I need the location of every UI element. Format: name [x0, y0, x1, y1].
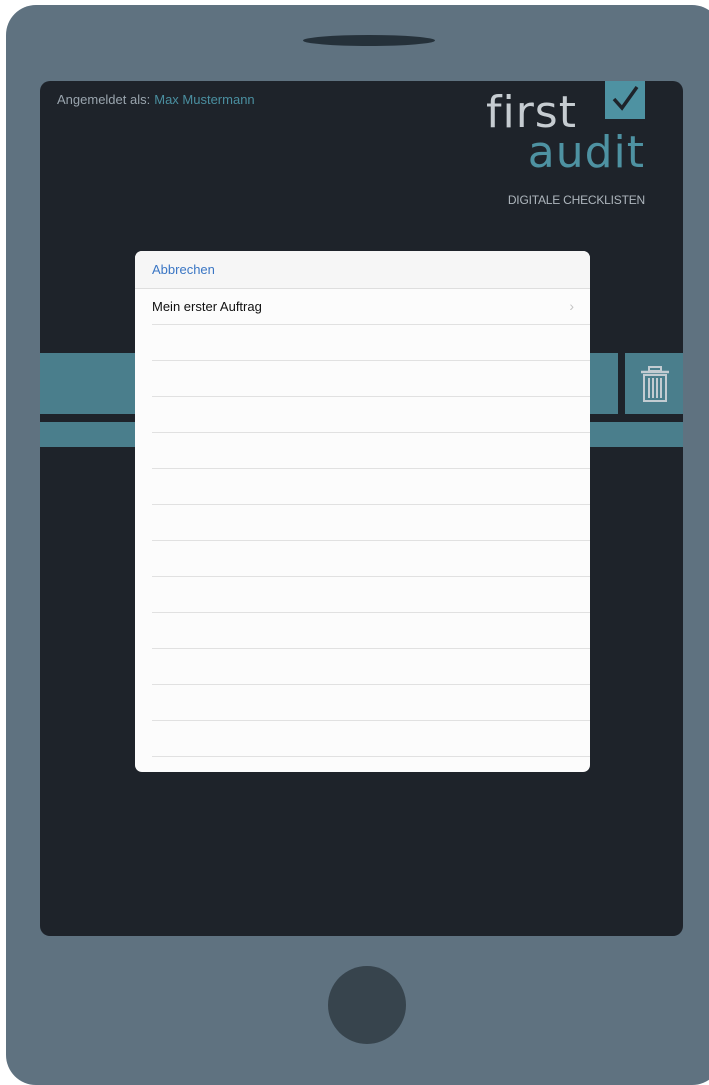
app-screen: Angemeldet als: Max Mustermann first audi… — [40, 81, 683, 936]
login-info: Angemeldet als: Max Mustermann — [57, 92, 255, 107]
chevron-right-icon: › — [569, 298, 574, 314]
home-button[interactable] — [328, 966, 406, 1044]
check-icon — [605, 81, 645, 119]
user-name: Max Mustermann — [154, 92, 255, 107]
empty-row — [152, 397, 590, 433]
empty-row — [152, 613, 590, 649]
modal-header: Abbrechen — [135, 251, 590, 289]
first-audit-logo: first audit DIGITALE CHECKLISTEN — [480, 81, 650, 221]
logo-tagline: DIGITALE CHECKLISTEN — [507, 193, 645, 207]
list-item-label: Mein erster Auftrag — [152, 299, 262, 314]
empty-row — [152, 649, 590, 685]
delete-button[interactable] — [625, 353, 683, 414]
list-item[interactable]: Mein erster Auftrag › — [152, 289, 590, 325]
empty-row — [152, 469, 590, 505]
logo-word-audit: audit — [527, 127, 645, 178]
login-prefix: Angemeldet als: — [57, 92, 151, 107]
empty-row — [152, 433, 590, 469]
tablet-speaker — [303, 35, 435, 46]
trash-icon — [641, 366, 669, 402]
empty-row — [152, 721, 590, 757]
order-picker-modal: Abbrechen Mein erster Auftrag › — [135, 251, 590, 772]
empty-row — [152, 505, 590, 541]
empty-row — [152, 541, 590, 577]
empty-row — [152, 325, 590, 361]
cancel-button[interactable]: Abbrechen — [152, 262, 215, 277]
empty-row — [152, 685, 590, 721]
empty-row — [152, 361, 590, 397]
empty-row — [152, 577, 590, 613]
